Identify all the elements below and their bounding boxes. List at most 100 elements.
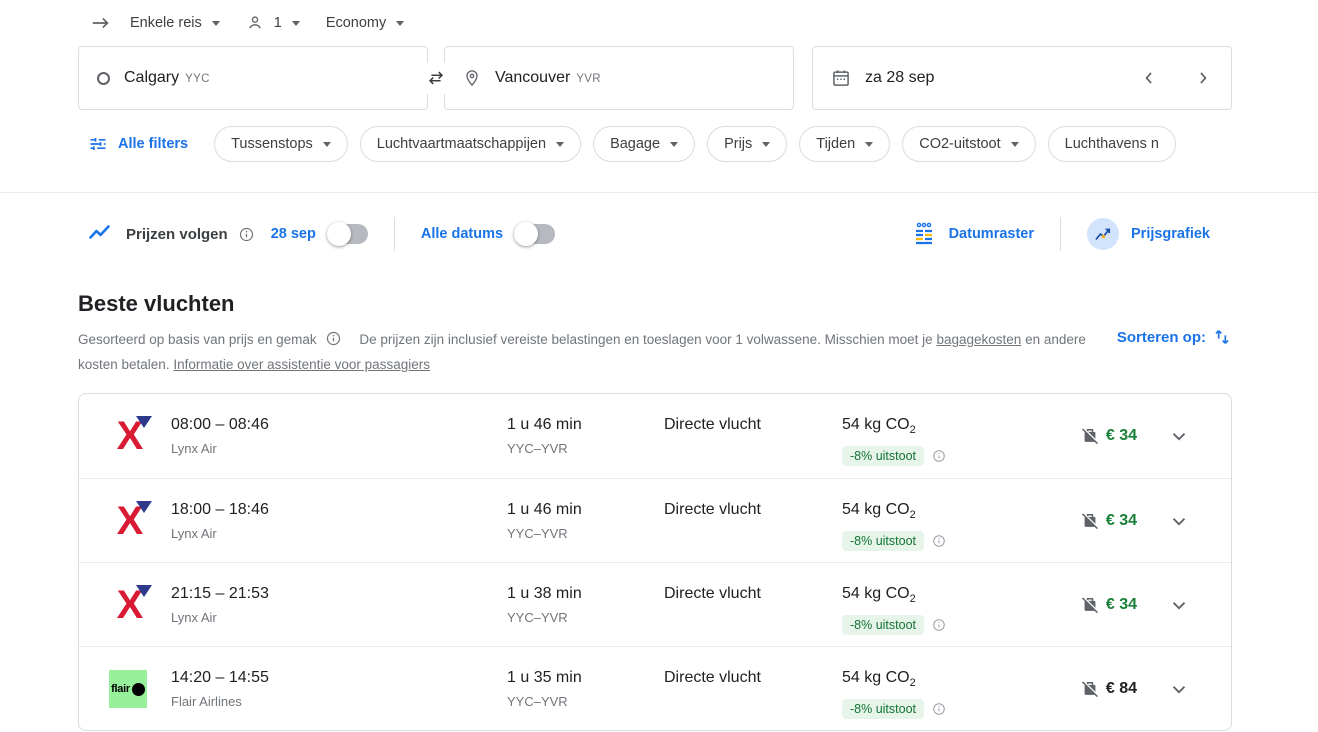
section-divider — [0, 192, 1318, 193]
next-date-button[interactable] — [1193, 68, 1213, 88]
previous-date-button[interactable] — [1139, 68, 1159, 88]
flight-times: 21:15 – 21:53 — [171, 583, 507, 605]
airline-logo: X — [109, 394, 171, 478]
date-grid-button[interactable]: Datumraster — [911, 221, 1034, 247]
all-dates-toggle[interactable] — [515, 224, 555, 244]
expand-flight-button[interactable] — [1151, 394, 1207, 478]
all-dates-option[interactable]: Alle datums — [421, 226, 503, 242]
destination-input[interactable]: VancouverYVR — [444, 46, 794, 110]
chevron-down-icon — [762, 142, 770, 147]
origin-input[interactable]: CalgaryYYC — [78, 46, 428, 110]
expand-flight-button[interactable] — [1151, 479, 1207, 563]
duration-cell: 1 u 35 min YYC–YVR — [507, 647, 664, 712]
date-grid-label: Datumraster — [949, 226, 1034, 242]
flight-times: 08:00 – 08:46 — [171, 414, 507, 436]
swap-locations-button[interactable] — [418, 60, 454, 96]
tune-filter-icon — [88, 134, 108, 154]
swap-arrows-icon — [425, 67, 447, 89]
info-icon[interactable] — [932, 449, 946, 463]
flight-times: 14:20 – 14:55 — [171, 667, 507, 689]
baggage-costs-link[interactable]: bagagekosten — [936, 332, 1021, 347]
emissions-cell: 54 kg CO2 -8% uitstoot — [842, 479, 1079, 551]
trip-type-select[interactable]: Enkele reis — [122, 11, 228, 35]
flight-row[interactable]: X 08:00 – 08:46 Lynx Air 1 u 46 min YYC–… — [79, 394, 1231, 478]
chip-label: Luchtvaartmaatschappijen — [377, 136, 546, 152]
emissions-cell: 54 kg CO2 -8% uitstoot — [842, 647, 1079, 719]
flight-row[interactable]: X 21:15 – 21:53 Lynx Air 1 u 38 min YYC–… — [79, 562, 1231, 646]
flight-route: YYC–YVR — [507, 524, 664, 544]
flight-row[interactable]: X 18:00 – 18:46 Lynx Air 1 u 46 min YYC–… — [79, 478, 1231, 562]
airline-name: Lynx Air — [171, 524, 507, 544]
all-filters-label: Alle filters — [118, 136, 188, 152]
info-icon[interactable] — [932, 534, 946, 548]
filter-chip-emissions[interactable]: CO2-uitstoot — [902, 126, 1035, 162]
flight-price: € 34 — [1106, 596, 1137, 614]
flair-logo-dot — [132, 683, 145, 696]
passenger-assistance-link[interactable]: Informatie over assistentie voor passagi… — [173, 357, 430, 372]
flight-times: 18:00 – 18:46 — [171, 499, 507, 521]
info-icon[interactable] — [932, 702, 946, 716]
expand-flight-button[interactable] — [1151, 563, 1207, 647]
price-cell: € 34 — [1079, 563, 1151, 647]
chip-label: Tijden — [816, 136, 855, 152]
expand-flight-button[interactable] — [1151, 647, 1207, 731]
info-icon[interactable] — [325, 330, 342, 347]
passenger-select[interactable]: 1 — [238, 10, 308, 36]
chip-label: Bagage — [610, 136, 660, 152]
airline-name: Lynx Air — [171, 439, 507, 459]
chevron-down-icon — [323, 142, 331, 147]
track-prices-label: Prijzen volgen — [126, 226, 228, 243]
chevron-down-icon — [556, 142, 564, 147]
chevron-down-icon — [1168, 594, 1190, 616]
chevron-down-icon — [1168, 678, 1190, 700]
airline-logo: X — [109, 479, 171, 563]
filter-chip-airlines[interactable]: Luchtvaartmaatschappijen — [360, 126, 581, 162]
trip-options-bar: Enkele reis 1 Economy — [0, 0, 1318, 38]
track-date-option[interactable]: 28 sep — [271, 226, 316, 242]
price-graph-button[interactable]: Prijsgrafiek — [1087, 218, 1210, 250]
chevron-down-icon — [1011, 142, 1019, 147]
time-cell: 14:20 – 14:55 Flair Airlines — [171, 647, 507, 712]
all-filters-button[interactable]: Alle filters — [88, 134, 188, 154]
chevron-down-icon — [292, 21, 300, 26]
origin-circle-icon — [97, 72, 110, 85]
flight-route: YYC–YVR — [507, 439, 664, 459]
airline-logo: X — [109, 563, 171, 647]
track-date-toggle[interactable] — [328, 224, 368, 244]
chevron-down-icon — [1168, 425, 1190, 447]
flight-row[interactable]: flair 14:20 – 14:55 Flair Airlines 1 u 3… — [79, 646, 1231, 730]
filter-chip-price[interactable]: Prijs — [707, 126, 787, 162]
sort-by-button[interactable]: Sorteren op: — [1117, 327, 1232, 347]
search-fields: CalgaryYYC VancouverYVR za 28 sep — [78, 46, 1318, 110]
stops-label: Directe vlucht — [664, 499, 842, 521]
results-header: Beste vluchten Gesorteerd op basis van p… — [78, 291, 1232, 377]
info-icon[interactable] — [238, 226, 255, 243]
calendar-icon — [831, 68, 851, 88]
flight-route: YYC–YVR — [507, 692, 664, 712]
cabin-class-select[interactable]: Economy — [318, 11, 412, 35]
price-graph-label: Prijsgrafiek — [1131, 226, 1210, 242]
departure-date: za 28 sep — [865, 69, 934, 87]
filter-chip-bags[interactable]: Bagage — [593, 126, 695, 162]
flight-price: € 84 — [1106, 680, 1137, 698]
chip-label: Prijs — [724, 136, 752, 152]
sort-by-label: Sorteren op: — [1117, 329, 1206, 346]
emissions-cell: 54 kg CO2 -8% uitstoot — [842, 563, 1079, 635]
filter-chip-airports[interactable]: Luchthavens n — [1048, 126, 1176, 162]
time-cell: 08:00 – 08:46 Lynx Air — [171, 394, 507, 459]
person-icon — [246, 14, 264, 32]
lynx-logo-triangle — [136, 585, 152, 597]
no-baggage-icon — [1080, 595, 1100, 615]
flight-price: € 34 — [1106, 427, 1137, 445]
price-cell: € 84 — [1079, 647, 1151, 731]
origin-code: YYC — [185, 73, 210, 85]
price-note: De prijzen zijn inclusief vereiste belas… — [359, 332, 932, 347]
filter-chip-stops[interactable]: Tussenstops — [214, 126, 348, 162]
date-field[interactable]: za 28 sep — [812, 46, 1232, 110]
airline-name: Lynx Air — [171, 608, 507, 628]
filter-chip-times[interactable]: Tijden — [799, 126, 890, 162]
stops-cell: Directe vlucht — [664, 479, 842, 521]
trip-type-label: Enkele reis — [130, 15, 202, 31]
co2-amount: 54 kg CO2 — [842, 667, 1079, 694]
info-icon[interactable] — [932, 618, 946, 632]
